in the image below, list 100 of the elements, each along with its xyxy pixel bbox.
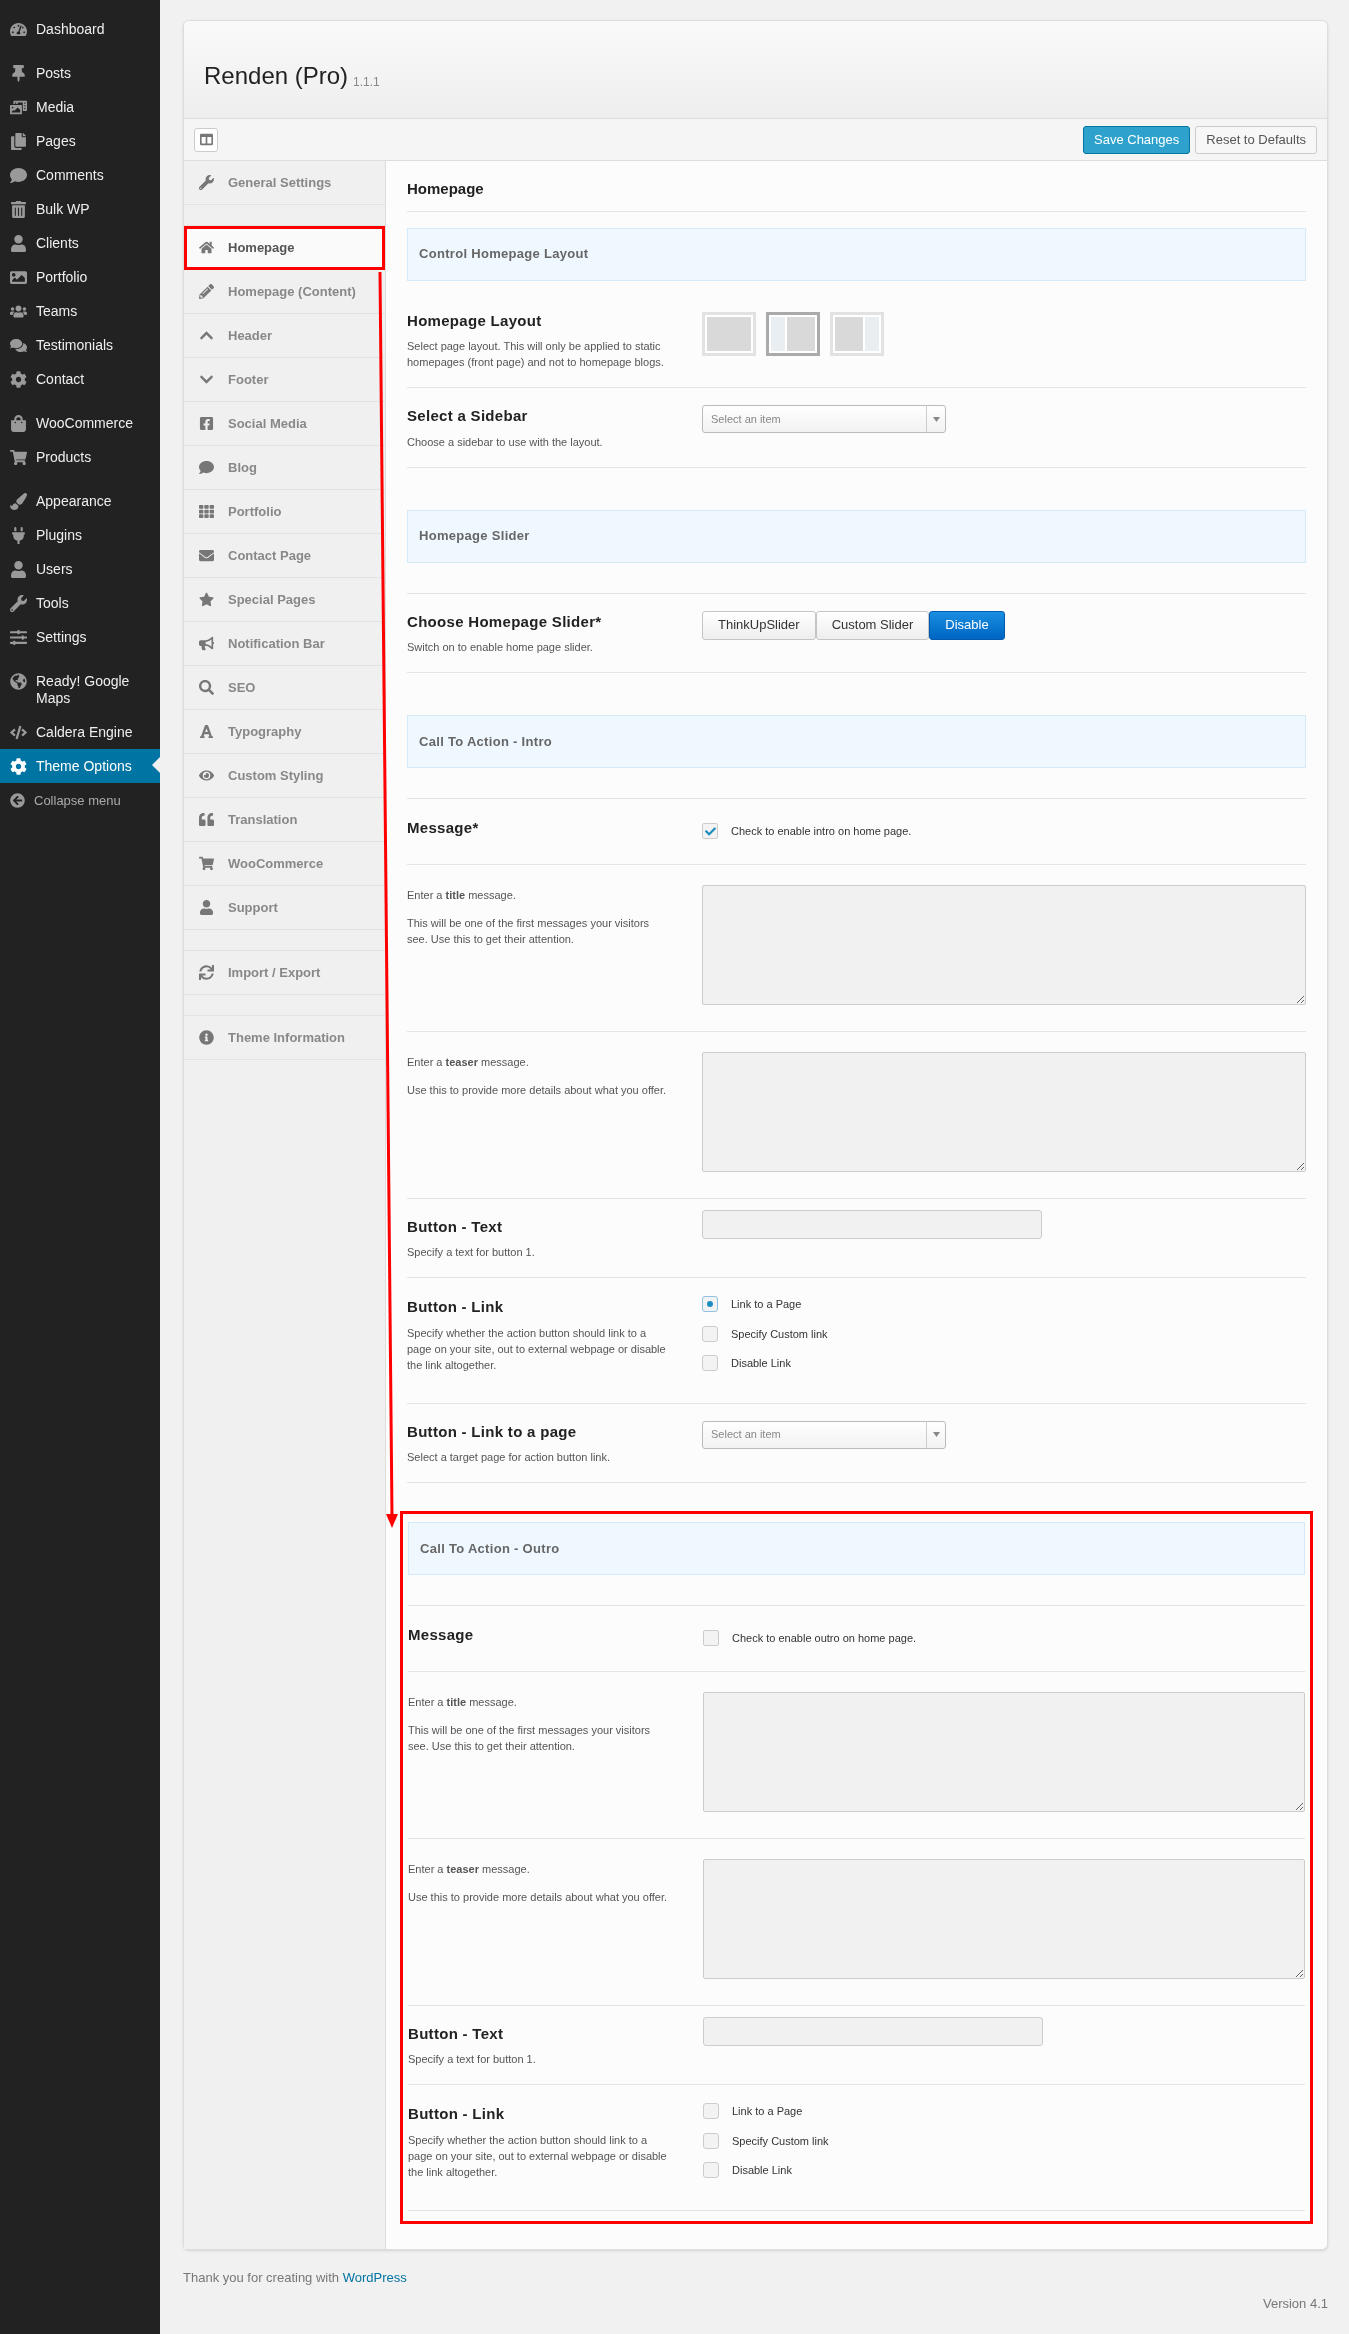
speech-bubble-icon: [199, 460, 214, 475]
text-area[interactable]: [702, 1051, 1306, 1172]
text-area[interactable]: [702, 884, 1306, 1005]
section-band: Call To Action - Intro: [407, 715, 1306, 768]
select-placeholder: Select an item: [710, 1427, 782, 1443]
radio-button[interactable]: [703, 2103, 719, 2120]
text-area[interactable]: [703, 1691, 1305, 1812]
checkbox[interactable]: [702, 823, 718, 840]
description: Select a target page for action button link.: [407, 1450, 612, 1465]
admin-menu-item[interactable]: Comments: [0, 158, 160, 192]
text-field[interactable]: [703, 2016, 1043, 2046]
section-band: Control Homepage Layout: [407, 227, 1306, 281]
admin-menu-item[interactable]: Appearance: [0, 484, 160, 518]
section-heading: Homepage: [407, 161, 1306, 212]
admin-menu-item[interactable]: Media: [0, 90, 160, 124]
person-icon: [10, 561, 27, 578]
field-label: Select a Sidebar: [407, 406, 529, 426]
admin-menu-item[interactable]: Ready! Google Maps: [0, 664, 160, 715]
admin-menu-item[interactable]: Users: [0, 552, 160, 586]
field-label: Button - Link: [407, 1297, 505, 1317]
media-icon: [10, 99, 27, 116]
admin-menu-item[interactable]: Settings: [0, 620, 160, 654]
checkbox-label: Check to enable intro on home page.: [731, 824, 912, 839]
wordpress-link[interactable]: WordPress: [342, 2269, 407, 2285]
description: Enter a teaser message.: [407, 1054, 530, 1070]
collapse-menu[interactable]: Collapse menu: [0, 783, 160, 819]
layout-option[interactable]: [766, 311, 820, 356]
admin-menu-item[interactable]: Theme Options: [0, 749, 160, 783]
field-label: Message: [408, 1625, 475, 1645]
admin-menu-item[interactable]: Portfolio: [0, 260, 160, 294]
description: This will be one of the first messages your visitors see. Use this to get their attention.: [408, 1722, 652, 1754]
person-icon: [199, 900, 214, 915]
field-label: Button - Text: [408, 2023, 505, 2044]
options-nav-item[interactable]: Homepage: [184, 226, 385, 270]
grid-icon: [199, 504, 214, 519]
admin-menu-item[interactable]: Teams: [0, 294, 160, 328]
admin-menu-item[interactable]: Testimonials: [0, 328, 160, 362]
description: Enter a title message.: [407, 887, 517, 903]
text-area[interactable]: [703, 1858, 1305, 1979]
radio-button[interactable]: [702, 1296, 718, 1313]
sliders-icon: [10, 629, 27, 646]
reset-button[interactable]: Reset to Defaults: [1195, 125, 1317, 154]
description: Choose a sidebar to use with the layout.: [407, 434, 604, 450]
admin-menu-item[interactable]: Contact: [0, 362, 160, 396]
description: Use this to provide more details about what you offer.: [407, 1082, 668, 1098]
description: Use this to provide more details about what you offer.: [408, 1889, 669, 1905]
admin-menu-item[interactable]: Caldera Engine: [0, 715, 160, 749]
select-field[interactable]: Select an item: [702, 1420, 946, 1449]
description: Specify a text for button 1.: [408, 2052, 537, 2067]
admin-menu-item[interactable]: Posts: [0, 56, 160, 90]
layout-toggle-button[interactable]: [194, 127, 218, 152]
admin-menu-item[interactable]: WooCommerce: [0, 406, 160, 440]
select-field[interactable]: Select an item: [702, 405, 946, 433]
collapse-icon: [10, 793, 25, 809]
admin-menu-item[interactable]: Clients: [0, 226, 160, 260]
admin-menu-item[interactable]: Products: [0, 440, 160, 474]
check-icon: [704, 825, 716, 837]
admin-menu-item[interactable]: Plugins: [0, 518, 160, 552]
admin-menu-item[interactable]: Bulk WP: [0, 192, 160, 226]
radio-label: Disable Link: [731, 1356, 791, 1371]
admin-menu-item[interactable]: Tools: [0, 586, 160, 620]
facebook-icon: [199, 416, 214, 431]
radio-button[interactable]: [703, 2162, 719, 2179]
description: Enter a title message.: [408, 1694, 518, 1710]
quote-icon: [199, 812, 214, 827]
speech-bubble-icon: [10, 167, 27, 184]
text-field[interactable]: [702, 1209, 1042, 1239]
admin-menu-item[interactable]: Pages: [0, 124, 160, 158]
trash-icon: [10, 201, 27, 218]
image-icon: [10, 269, 27, 286]
search-icon: [199, 680, 214, 695]
plug-icon: [10, 527, 27, 544]
home-icon: [199, 240, 214, 255]
slider-option[interactable]: Disable: [929, 610, 1005, 640]
radio-button[interactable]: [703, 2132, 719, 2149]
gear-icon: [10, 371, 27, 388]
star-icon: [199, 592, 214, 607]
cart-icon: [10, 449, 27, 466]
description: Enter a teaser message.: [408, 1861, 531, 1877]
slider-option[interactable]: Custom Slider: [815, 610, 930, 640]
pin-icon: [10, 65, 27, 82]
letter-icon: [199, 724, 214, 739]
field-label: Button - Text: [407, 1216, 504, 1237]
panel-title: Renden (Pro): [204, 61, 349, 91]
megaphone-icon: [199, 636, 214, 651]
radio-label: Link to a Page: [731, 1297, 802, 1312]
slider-option[interactable]: ThinkUpSlider: [702, 610, 816, 640]
section-band: Homepage Slider: [407, 509, 1306, 563]
refresh-icon: [199, 965, 214, 980]
radio-button[interactable]: [702, 1325, 718, 1342]
checkbox[interactable]: [703, 1630, 719, 1647]
description: Select page layout. This will only be applied to static homepages (front page) and not to homepage blogs.: [407, 339, 665, 370]
radio-label: Specify Custom link: [731, 1326, 828, 1342]
version-label: 1.1.1: [353, 74, 380, 91]
radio-button[interactable]: [702, 1355, 718, 1372]
columns-icon: [199, 133, 213, 146]
description: Specify whether the action button should link to a page on your site, out to external webpage or disable the link altogether.: [408, 2132, 668, 2180]
info-icon: [199, 1030, 214, 1045]
admin-menu-item[interactable]: Dashboard: [0, 12, 160, 46]
eye-icon: [199, 768, 214, 783]
